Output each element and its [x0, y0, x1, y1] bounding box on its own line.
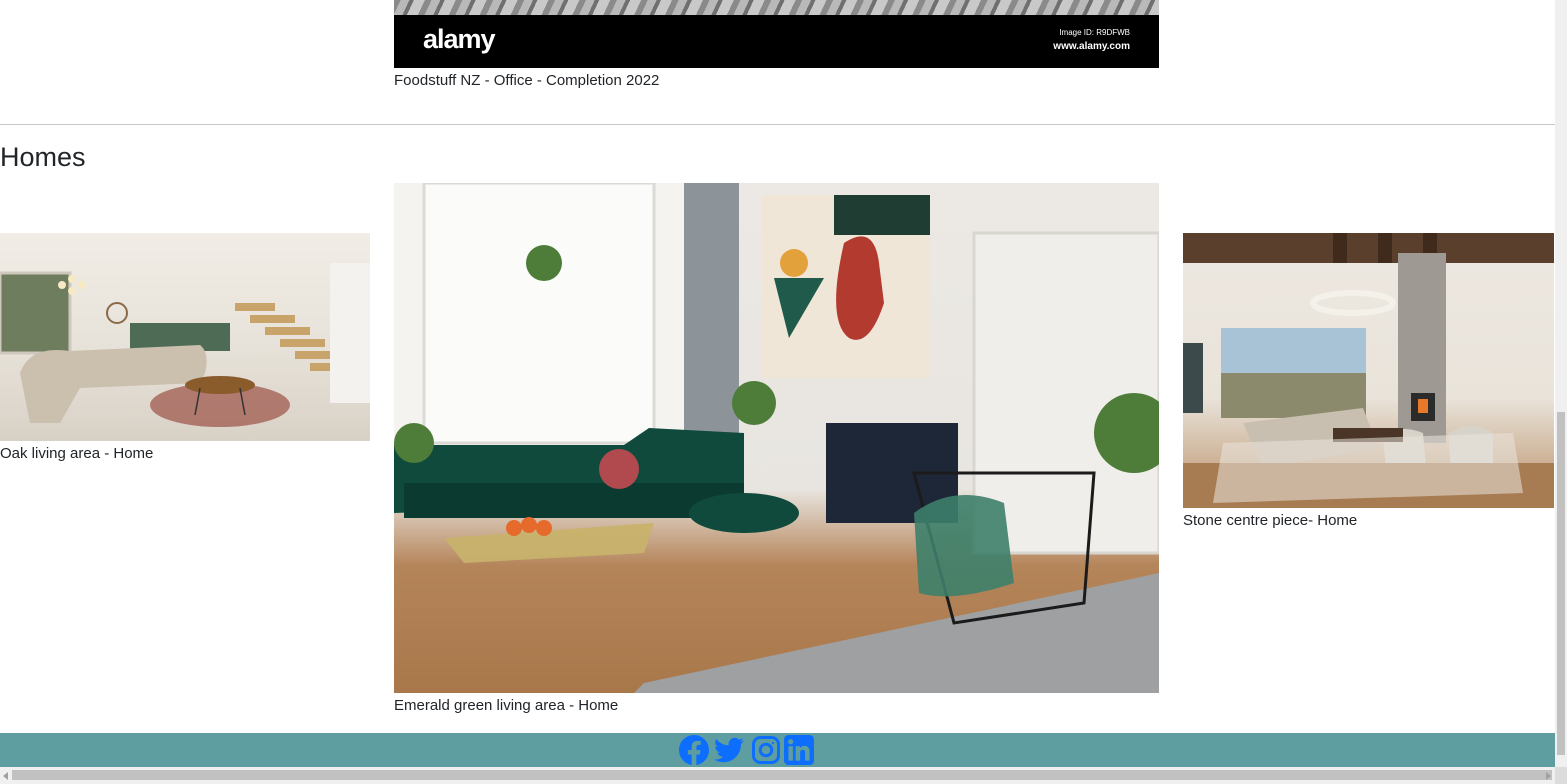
linkedin-icon[interactable]	[784, 735, 814, 765]
oak-living-area-caption: Oak living area - Home	[0, 445, 154, 462]
scroll-right-arrow-icon[interactable]	[1546, 772, 1551, 780]
floor-texture	[394, 0, 1159, 16]
emerald-living-illustration	[394, 183, 1159, 693]
homes-section-title: Homes	[0, 142, 86, 172]
section-divider	[0, 124, 1555, 125]
oak-living-area-image	[0, 233, 370, 441]
twitter-icon[interactable]	[714, 735, 746, 765]
horizontal-scrollbar-thumb[interactable]	[12, 770, 1552, 780]
footer	[0, 733, 1555, 767]
scrollbar-corner	[1555, 767, 1567, 784]
image-id-text: Image ID: R9DFWB	[1059, 28, 1130, 37]
emerald-living-area-caption: Emerald green living area - Home	[394, 697, 619, 714]
vertical-scrollbar-thumb[interactable]	[1557, 412, 1565, 755]
scroll-left-arrow-icon[interactable]	[3, 772, 8, 780]
oak-living-illustration	[0, 263, 370, 427]
office-project-caption: Foodstuff NZ - Office - Completion 2022	[394, 72, 660, 89]
instagram-icon[interactable]	[751, 735, 781, 765]
facebook-icon[interactable]	[679, 735, 709, 765]
office-project-image: alamy Image ID: R9DFWB www.alamy.com	[394, 0, 1159, 68]
watermark-bar: alamy Image ID: R9DFWB www.alamy.com	[394, 15, 1159, 68]
stone-centre-piece-image	[1183, 233, 1554, 508]
stone-living-illustration	[1183, 233, 1554, 508]
emerald-living-area-image	[394, 183, 1159, 693]
stone-centre-piece-caption: Stone centre piece- Home	[1183, 512, 1358, 529]
alamy-logo: alamy	[423, 24, 496, 54]
watermark-url: www.alamy.com	[1053, 41, 1130, 52]
